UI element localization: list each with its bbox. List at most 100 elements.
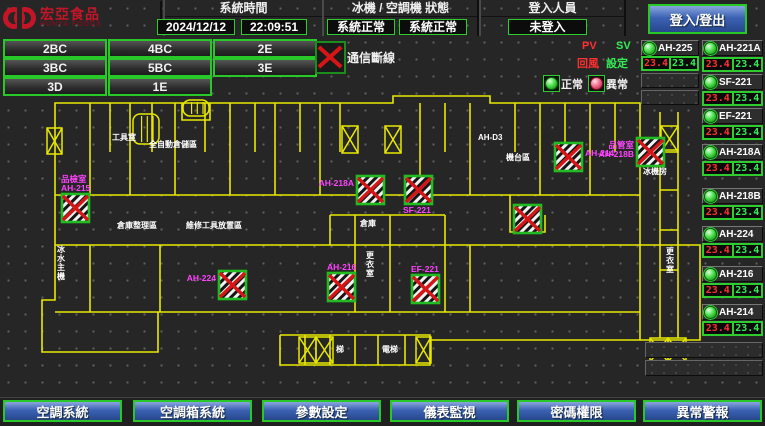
comm-loss-marker[interactable]: AH-218A [319,176,384,204]
unit-status-ah-218b[interactable]: AH-218B [702,188,763,204]
unit-status-sf-221[interactable]: SF-221 [702,74,763,90]
logo-title: 宏亞食品 [40,7,102,21]
unit-pv-value: 23.4 [703,284,733,297]
room-label: 維修工具放置區 [186,220,242,230]
room-label: 更衣室 [366,250,375,278]
comm-loss-marker[interactable]: 品管室AH-218B [599,138,664,166]
unit-status-ah-224[interactable]: AH-224 [702,226,763,242]
unit-sv-value: 23.4 [733,92,763,105]
unit-led [704,110,717,123]
login-label: 登入人員 [481,0,624,17]
room-label: 電梯 [382,344,398,354]
unit-values-sf-221: 23.423.4 [702,91,763,106]
plan-room-labels: 冰水主機工具室全自動倉儲區AH-D3機台區冰機房倉庫整理區維修工具放置區倉庫更衣… [56,132,675,354]
floor-button-1e[interactable]: 1E [108,77,212,96]
nav-button-2[interactable]: 空調箱系統 [133,400,252,422]
company-logo: 宏亞食品 HUNYA FOODS [2,1,162,34]
floor-button-2bc[interactable]: 2BC [3,39,107,58]
unit-name: AH-225 [658,43,692,54]
unit-plan-label: AH-216 [327,262,357,272]
empty-panel [641,73,699,88]
comm-loss-marker[interactable] [514,205,541,233]
unit-plan-label: EF-221 [411,264,439,274]
comm-loss-marker[interactable]: AH-224 [187,271,246,299]
unit-name: AH-224 [719,229,753,240]
floor-button-3d[interactable]: 3D [3,77,107,96]
room-label: 倉庫 [359,218,376,228]
normal-led [543,75,560,92]
unit-sv-value: 23.4 [670,57,698,70]
empty-panel [645,342,763,358]
stair-x-icon [47,128,62,154]
unit-pv-value: 23.4 [703,322,733,335]
unit-status-ef-221[interactable]: EF-221 [702,108,763,124]
comm-loss-marker[interactable]: 品檢室AH-215 [61,174,91,222]
unit-status-ah-225[interactable]: AH-225 [641,40,699,56]
unit-pv-value: 23.4 [703,244,733,257]
floor-button-4bc[interactable]: 4BC [108,39,212,58]
nav-button-6[interactable]: 異常警報 [643,400,762,422]
system-clock-value: 22:09:51 [241,19,307,35]
unit-led [704,228,717,241]
abnormal-label: 異常 [606,76,628,92]
unit-led [704,146,717,159]
floor-button-3bc[interactable]: 3BC [3,58,107,77]
stair-x-icon [416,337,431,363]
unit-plan-label: SF-221 [403,205,431,215]
unit-sv-value: 23.4 [733,58,763,71]
comm-loss-label: 通信斷線 [347,49,395,66]
system-time-label: 系統時間 [165,0,322,17]
room-label: 工具室 [112,132,136,142]
unit-pv-value: 23.4 [642,57,670,70]
comm-loss-marker[interactable]: AH-216 [327,262,357,301]
unit-pv-value: 23.4 [703,92,733,105]
room-label: 全自動倉儲區 [148,139,197,149]
unit-status-ah-214[interactable]: AH-214 [702,304,763,320]
unit-plan-label: 品管室 [608,140,634,150]
system-date-value: 2024/12/12 [157,19,235,35]
unit-led [704,306,717,319]
unit-name: AH-221A [719,43,761,54]
floor-button-5bc[interactable]: 5BC [108,58,212,77]
nav-button-1[interactable]: 空調系統 [3,400,122,422]
comm-loss-marker[interactable]: EF-221 [411,264,439,303]
room-label: 倉庫整理區 [116,220,157,230]
comm-loss-marker[interactable]: SF-221 [403,176,432,215]
comm-loss-marker[interactable]: AH-214 [555,143,615,171]
logo-mark-icon [2,4,36,32]
unit-values-ah-214: 23.423.4 [702,321,763,336]
sv-header: SV [616,40,631,52]
unit-sv-value: 23.4 [733,162,763,175]
plan-comm-loss-markers: 品檢室AH-215 AH-218A SF-221 AH-214品管室AH-218B AH… [61,138,664,303]
room-label: 冰水主機 [56,244,66,281]
unit-pv-value: 23.4 [703,126,733,139]
unit-led [704,190,717,203]
unit-plan-label: 品檢室 [61,174,87,184]
unit-values-ah-225: 23.423.4 [641,56,699,71]
unit-plan-label: AH-218A [319,178,354,188]
chiller-status-value: 系統正常 [327,19,395,35]
unit-values-ef-221: 23.423.4 [702,125,763,140]
unit-name: AH-216 [719,269,753,280]
unit-status-ah-221a[interactable]: AH-221A [702,40,763,56]
unit-pv-value: 23.4 [703,58,733,71]
unit-values-ah-218b: 23.423.4 [702,205,763,220]
nav-button-4[interactable]: 儀表監視 [390,400,509,422]
floor-button-2e[interactable]: 2E [213,39,317,58]
nav-button-3[interactable]: 參數設定 [262,400,381,422]
ahu-status-value: 系統正常 [399,19,467,35]
unit-sv-value: 23.4 [733,126,763,139]
empty-panel [641,90,699,105]
unit-status-ah-218a[interactable]: AH-218A [702,144,763,160]
unit-name: SF-221 [719,77,752,88]
unit-pv-value: 23.4 [703,206,733,219]
unit-plan-label: AH-214 [585,148,615,158]
unit-plan-label: AH-215 [61,183,91,193]
unit-status-ah-216[interactable]: AH-216 [702,266,763,282]
unit-values-ah-216: 23.423.4 [702,283,763,298]
floor-button-3e[interactable]: 3E [213,58,317,77]
room-label: AH-D3 [478,133,503,142]
unit-values-ah-224: 23.423.4 [702,243,763,258]
login-logout-button[interactable]: 登入/登出 [648,4,747,34]
nav-button-5[interactable]: 密碼權限 [517,400,636,422]
